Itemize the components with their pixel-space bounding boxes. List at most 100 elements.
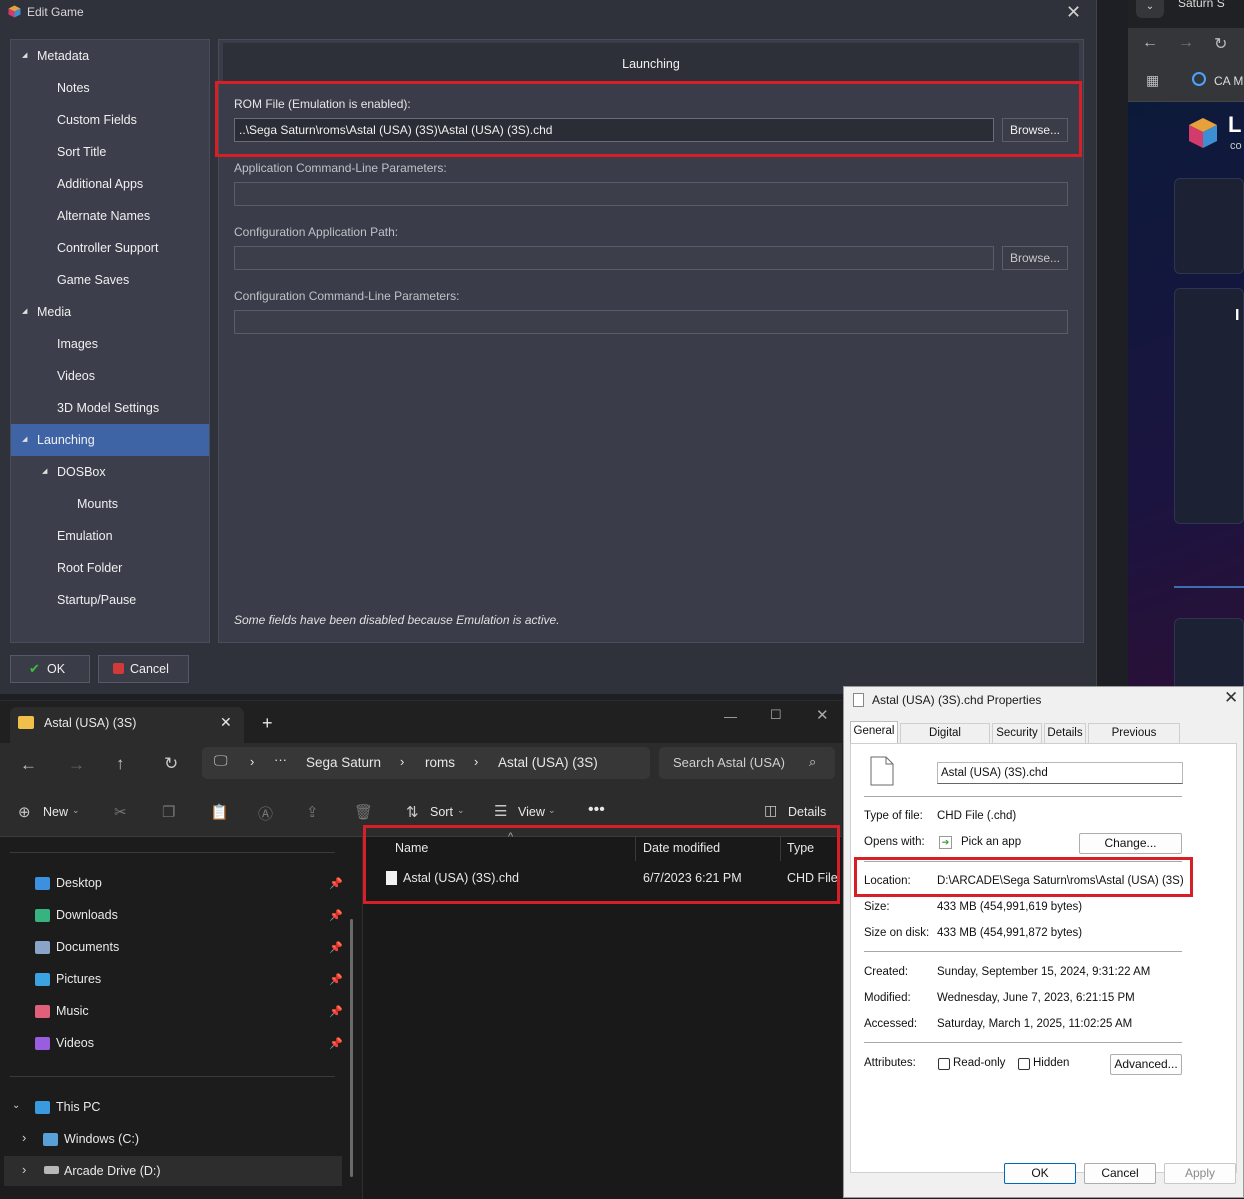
chevron-right-icon[interactable]: › <box>22 1162 26 1177</box>
sidebar-item-additional-apps[interactable]: Additional Apps <box>11 168 209 200</box>
sidebar-item-controller-support[interactable]: Controller Support <box>11 232 209 264</box>
paste-icon[interactable]: 📋 <box>210 803 229 821</box>
sidebar-item-startup-pause[interactable]: Startup/Pause <box>11 584 209 616</box>
sidebar-item-3d-model-settings[interactable]: 3D Model Settings <box>11 392 209 424</box>
apps-grid-icon[interactable]: ▦ <box>1146 72 1159 89</box>
nav-this-pc[interactable]: This PC <box>56 1092 100 1122</box>
sidebar-item-root-folder[interactable]: Root Folder <box>11 552 209 584</box>
sidebar-item-dosbox[interactable]: ◢ DOSBox <box>11 456 209 488</box>
sidebar-item-custom-fields[interactable]: Custom Fields <box>11 104 209 136</box>
pin-icon[interactable]: 📌 <box>329 941 343 954</box>
tab-close-icon[interactable]: ✕ <box>220 714 232 731</box>
address-bar[interactable]: 🖵 › ··· Sega Saturn › roms › Astal (USA)… <box>202 747 650 779</box>
nav-divider <box>10 852 335 853</box>
pin-icon[interactable]: 📌 <box>329 877 343 890</box>
maximize-icon[interactable]: ☐ <box>770 707 782 723</box>
new-tab-plus-icon[interactable]: + <box>262 713 273 734</box>
breadcrumb-sega-saturn[interactable]: Sega Saturn <box>306 755 381 770</box>
sidebar-item-launching[interactable]: ◢ Launching <box>11 424 209 456</box>
view-button[interactable]: View <box>518 805 545 819</box>
refresh-icon[interactable]: ↻ <box>164 754 178 774</box>
back-arrow-icon[interactable]: ← <box>1142 34 1158 52</box>
pin-icon[interactable]: 📌 <box>329 909 343 922</box>
sidebar-item-mounts[interactable]: Mounts <box>11 488 209 520</box>
delete-icon[interactable]: 🗑 <box>354 803 373 821</box>
sidebar-item-game-saves[interactable]: Game Saves <box>11 264 209 296</box>
details-button[interactable]: Details <box>788 805 826 819</box>
forward-arrow-icon[interactable]: → <box>1178 34 1194 52</box>
config-params-label: Configuration Command-Line Parameters: <box>234 289 460 303</box>
pin-icon[interactable]: 📌 <box>329 1037 343 1050</box>
expand-triangle-icon[interactable]: ◢ <box>42 456 47 488</box>
sort-button[interactable]: Sort <box>430 805 453 819</box>
sidebar-item-sort-title[interactable]: Sort Title <box>11 136 209 168</box>
readonly-checkbox[interactable] <box>938 1058 950 1070</box>
nav-arcade-drive[interactable]: › Arcade Drive (D:) <box>4 1156 342 1186</box>
tab-digital-signatures[interactable]: Digital Signatures <box>900 723 990 757</box>
close-icon[interactable]: ✕ <box>1066 2 1081 23</box>
tab-previous-versions[interactable]: Previous Versions <box>1088 723 1180 757</box>
ok-button[interactable]: ✔ OK <box>10 655 90 683</box>
explorer-tab[interactable]: Astal (USA) (3S) ✕ <box>10 707 244 743</box>
more-options-icon[interactable]: ••• <box>588 801 605 819</box>
nav-videos[interactable]: Videos <box>56 1028 94 1058</box>
tab-search-button[interactable]: ⌄ <box>1136 0 1164 18</box>
breadcrumb-roms[interactable]: roms <box>425 755 455 770</box>
cancel-button[interactable]: Cancel <box>98 655 189 683</box>
nav-documents[interactable]: Documents <box>56 932 119 962</box>
sidebar-item-media[interactable]: ◢ Media <box>11 296 209 328</box>
ok-button[interactable]: OK <box>1004 1163 1076 1184</box>
cancel-button[interactable]: Cancel <box>1084 1163 1156 1184</box>
nav-downloads[interactable]: Downloads <box>56 900 118 930</box>
advanced-button[interactable]: Advanced... <box>1110 1054 1182 1075</box>
new-button[interactable]: New <box>43 805 68 819</box>
sidebar-item-videos[interactable]: Videos <box>11 360 209 392</box>
sidebar-item-notes[interactable]: Notes <box>11 72 209 104</box>
search-icon[interactable]: ⌕ <box>809 754 816 770</box>
forward-arrow-icon[interactable]: → <box>68 755 85 775</box>
rename-icon[interactable]: Ⓐ <box>258 803 273 824</box>
expand-triangle-icon[interactable]: ◢ <box>22 424 27 456</box>
search-box[interactable]: Search Astal (USA) ⌕ <box>659 747 835 779</box>
browser-tab-title[interactable]: Saturn S <box>1178 0 1225 10</box>
copy-icon[interactable]: ❐ <box>162 803 175 821</box>
back-arrow-icon[interactable]: ← <box>20 755 37 775</box>
app-params-input[interactable] <box>234 182 1068 206</box>
pin-icon[interactable]: 📌 <box>329 973 343 986</box>
filename-input[interactable]: Astal (USA) (3S).chd <box>937 762 1183 784</box>
config-browse-button[interactable]: Browse... <box>1002 246 1068 270</box>
chevron-right-icon[interactable]: › <box>22 1130 26 1145</box>
config-params-input[interactable] <box>234 310 1068 334</box>
chevron-down-icon[interactable]: ⌄ <box>12 1100 20 1111</box>
change-button[interactable]: Change... <box>1079 833 1182 854</box>
sidebar-item-images[interactable]: Images <box>11 328 209 360</box>
expand-triangle-icon[interactable]: ◢ <box>22 296 27 328</box>
reload-icon[interactable]: ↻ <box>1214 34 1227 54</box>
sidebar-item-metadata[interactable]: ◢ Metadata <box>11 40 209 72</box>
breadcrumb-astal[interactable]: Astal (USA) (3S) <box>498 755 598 770</box>
pin-icon[interactable]: 📌 <box>329 1005 343 1018</box>
nav-windows-drive[interactable]: Windows (C:) <box>64 1124 139 1154</box>
sidebar-item-alternate-names[interactable]: Alternate Names <box>11 200 209 232</box>
tab-general[interactable]: General <box>850 721 898 743</box>
nav-music[interactable]: Music <box>56 996 89 1026</box>
nav-desktop[interactable]: Desktop <box>56 868 102 898</box>
apply-button[interactable]: Apply <box>1164 1163 1236 1184</box>
share-icon[interactable]: ⇪ <box>306 803 319 821</box>
expand-triangle-icon[interactable]: ◢ <box>22 40 27 72</box>
hidden-checkbox[interactable] <box>1018 1058 1030 1070</box>
close-icon[interactable]: ✕ <box>1224 688 1238 708</box>
cut-icon[interactable]: ✂ <box>114 803 127 821</box>
ellipsis-icon[interactable]: ··· <box>274 752 287 767</box>
bookmark-label[interactable]: CA M <box>1214 74 1243 88</box>
tab-security[interactable]: Security <box>992 723 1042 743</box>
minimize-icon[interactable]: — <box>724 709 737 724</box>
tab-details[interactable]: Details <box>1044 723 1086 743</box>
nav-pictures[interactable]: Pictures <box>56 964 101 994</box>
window-close-icon[interactable]: ✕ <box>816 706 829 724</box>
config-path-input[interactable] <box>234 246 994 270</box>
up-arrow-icon[interactable]: ↑ <box>116 754 125 774</box>
nav-scrollbar[interactable] <box>350 919 353 1177</box>
downloads-folder-icon <box>35 909 50 922</box>
sidebar-item-emulation[interactable]: Emulation <box>11 520 209 552</box>
